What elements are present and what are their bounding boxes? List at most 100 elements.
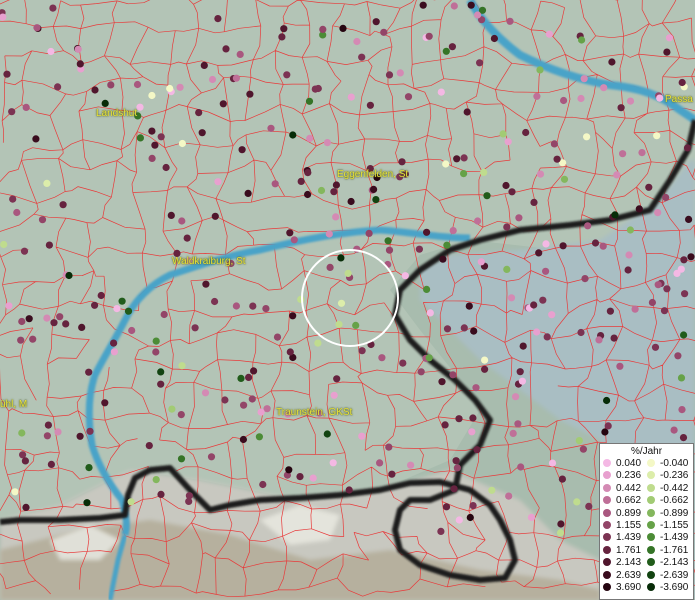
municipality-point[interactable] (469, 414, 477, 422)
municipality-point[interactable] (579, 445, 588, 453)
municipality-point[interactable] (448, 43, 456, 51)
municipality-point[interactable] (178, 139, 186, 148)
municipality-point[interactable] (18, 429, 26, 437)
municipality-point[interactable] (5, 302, 13, 310)
municipality-point[interactable] (505, 492, 513, 500)
municipality-point[interactable] (518, 377, 527, 385)
municipality-point[interactable] (240, 401, 248, 409)
municipality-point[interactable] (548, 459, 557, 467)
municipality-point[interactable] (283, 71, 291, 79)
municipality-point[interactable] (358, 432, 366, 440)
municipality-point[interactable] (297, 177, 305, 185)
municipality-point[interactable] (450, 2, 458, 10)
municipality-point[interactable] (107, 81, 115, 89)
municipality-point[interactable] (376, 459, 384, 467)
municipality-point[interactable] (423, 285, 431, 293)
municipality-point[interactable] (508, 188, 516, 196)
municipality-point[interactable] (91, 86, 99, 94)
municipality-point[interactable] (560, 175, 569, 183)
municipality-point[interactable] (580, 75, 588, 83)
municipality-point[interactable] (463, 108, 471, 116)
municipality-point[interactable] (583, 133, 591, 141)
municipality-point[interactable] (577, 94, 585, 103)
municipality-point[interactable] (527, 513, 536, 522)
municipality-point[interactable] (577, 328, 585, 337)
municipality-point[interactable] (372, 196, 380, 204)
municipality-point[interactable] (22, 503, 30, 511)
municipality-point[interactable] (200, 61, 208, 69)
municipality-point[interactable] (330, 391, 338, 399)
municipality-point[interactable] (326, 263, 334, 271)
municipality-point[interactable] (677, 374, 686, 382)
municipality-point[interactable] (631, 305, 639, 313)
municipality-point[interactable] (262, 305, 270, 313)
municipality-point[interactable] (423, 228, 431, 236)
municipality-point[interactable] (145, 442, 153, 450)
municipality-point[interactable] (267, 124, 275, 132)
municipality-point[interactable] (404, 93, 413, 101)
municipality-point[interactable] (396, 69, 404, 77)
municipality-point[interactable] (211, 297, 219, 306)
municipality-point[interactable] (460, 324, 468, 332)
municipality-point[interactable] (645, 183, 653, 191)
municipality-point[interactable] (595, 336, 603, 344)
municipality-point[interactable] (124, 307, 133, 315)
municipality-point[interactable] (648, 298, 657, 307)
municipality-point[interactable] (542, 240, 550, 248)
municipality-point[interactable] (309, 474, 317, 482)
municipality-point[interactable] (460, 170, 468, 178)
municipality-point[interactable] (43, 179, 51, 187)
municipality-point[interactable] (296, 473, 304, 481)
municipality-point[interactable] (128, 326, 136, 335)
municipality-point[interactable] (337, 254, 345, 262)
municipality-point[interactable] (286, 348, 294, 356)
municipality-point[interactable] (44, 421, 53, 429)
municipality-point[interactable] (257, 408, 265, 416)
municipality-point[interactable] (335, 320, 343, 328)
municipality-point[interactable] (533, 92, 541, 100)
municipality-point[interactable] (0, 240, 8, 249)
municipality-point[interactable] (625, 251, 633, 259)
municipality-point[interactable] (185, 492, 193, 500)
municipality-point[interactable] (467, 1, 475, 9)
municipality-point[interactable] (83, 499, 91, 507)
municipality-point[interactable] (47, 47, 55, 56)
municipality-point[interactable] (222, 45, 230, 53)
municipality-point[interactable] (20, 247, 29, 255)
municipality-point[interactable] (511, 393, 520, 401)
municipality-point[interactable] (280, 25, 288, 33)
municipality-point[interactable] (152, 348, 160, 356)
municipality-point[interactable] (232, 302, 240, 310)
municipality-point[interactable] (177, 411, 185, 419)
municipality-point[interactable] (654, 209, 662, 217)
municipality-point[interactable] (559, 242, 567, 250)
municipality-point[interactable] (442, 160, 450, 168)
municipality-point[interactable] (507, 294, 516, 302)
municipality-point[interactable] (286, 229, 294, 237)
municipality-point[interactable] (515, 214, 523, 222)
municipality-point[interactable] (503, 223, 511, 231)
municipality-point[interactable] (78, 323, 86, 331)
municipality-point[interactable] (384, 237, 392, 245)
municipality-point[interactable] (43, 314, 51, 322)
municipality-point[interactable] (133, 80, 142, 89)
municipality-point[interactable] (419, 1, 427, 9)
municipality-point[interactable] (236, 50, 244, 59)
municipality-point[interactable] (600, 84, 608, 92)
municipality-point[interactable] (59, 201, 67, 209)
municipality-point[interactable] (271, 180, 279, 188)
municipality-point[interactable] (488, 486, 496, 494)
municipality-point[interactable] (191, 324, 199, 332)
municipality-point[interactable] (670, 426, 678, 434)
municipality-point[interactable] (617, 104, 625, 112)
municipality-point[interactable] (663, 48, 671, 56)
municipality-point[interactable] (323, 430, 331, 438)
municipality-point[interactable] (575, 437, 583, 445)
municipality-point[interactable] (314, 339, 322, 347)
municipality-point[interactable] (449, 371, 457, 379)
municipality-point[interactable] (385, 443, 393, 451)
municipality-point[interactable] (330, 188, 338, 196)
municipality-point[interactable] (613, 171, 621, 179)
municipality-point[interactable] (166, 84, 174, 93)
municipality-point[interactable] (239, 435, 247, 444)
